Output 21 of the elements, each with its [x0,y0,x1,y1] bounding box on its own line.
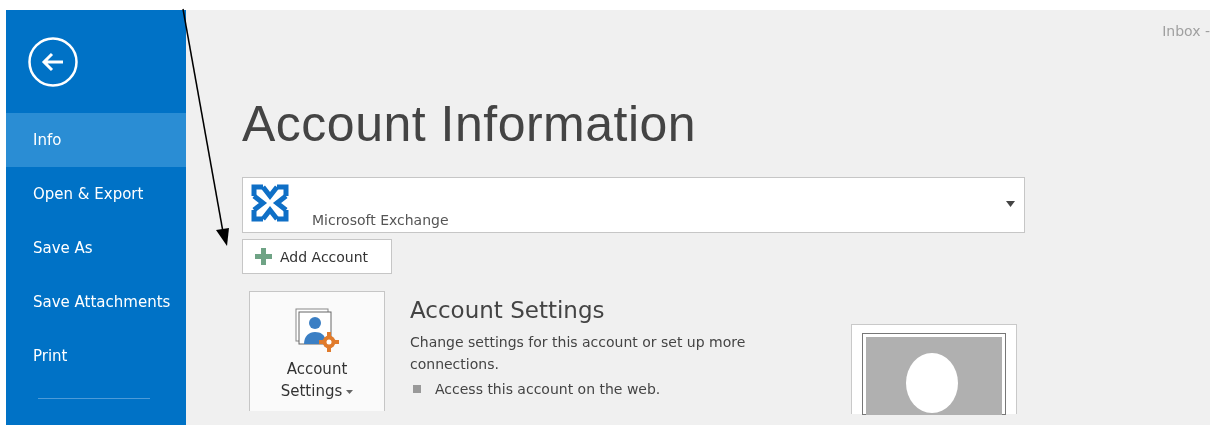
account-settings-button[interactable]: Account Settings [249,291,385,411]
sidebar-item[interactable]: Print [6,329,186,383]
caret-icon [346,389,354,394]
page-title: Account Information [242,95,698,154]
account-dropdown[interactable]: Microsoft Exchange [242,177,1025,233]
sidebar-item[interactable]: Open & Export [6,167,186,221]
dropdown-caret-icon[interactable] [1006,201,1015,207]
sidebar-item[interactable]: Save Attachments [6,275,186,329]
plus-icon [255,248,272,265]
sidebar-item[interactable]: Info [6,113,186,167]
account-settings-icon [295,308,339,352]
back-icon[interactable] [27,35,79,88]
bullet-text: Access this account on the web. [435,381,661,397]
bullet-icon [413,385,421,393]
add-account-button[interactable]: Add Account [242,239,392,274]
section-title: Account Settings [410,297,606,323]
section-description: Change settings for this account or set up more connections. [410,333,747,374]
exchange-icon [251,184,289,222]
account-type: Microsoft Exchange [312,212,449,228]
window-title: Inbox - [1162,23,1210,39]
sidebar-item[interactable]: Save As [6,221,186,275]
